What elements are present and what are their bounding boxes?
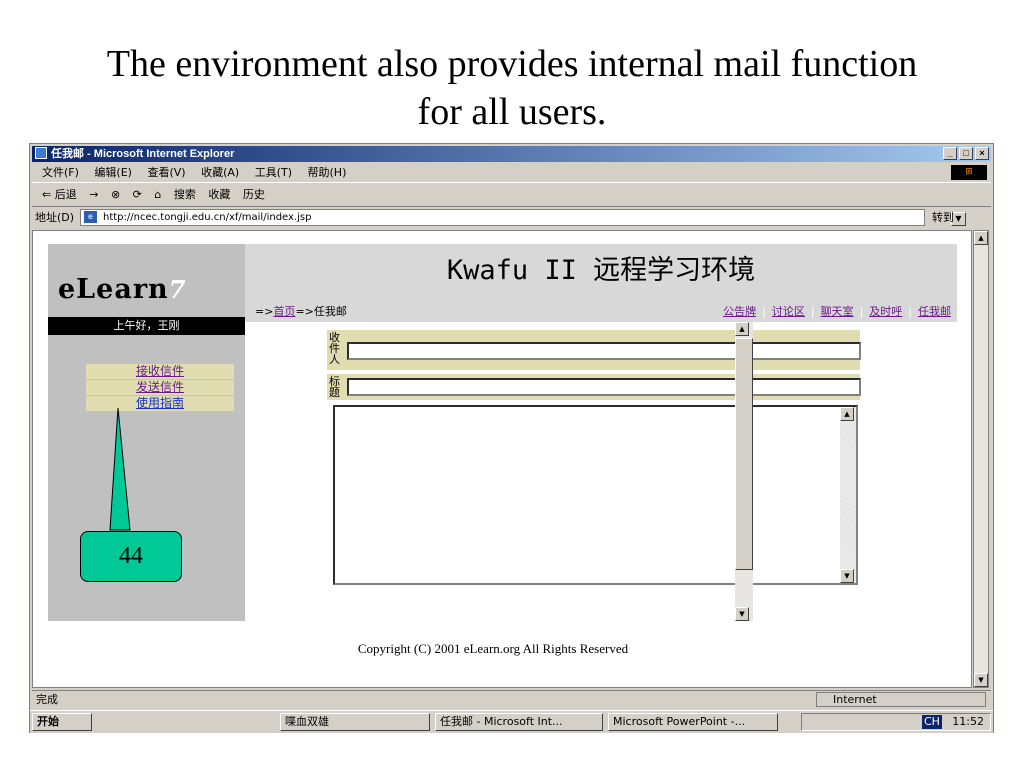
menu-edit[interactable]: 编辑(E): [94, 166, 132, 179]
language-indicator[interactable]: CH: [922, 715, 942, 729]
taskbar-item-1[interactable]: 喋血双雄: [280, 713, 430, 731]
frame-scroll-down-icon[interactable]: ▼: [735, 607, 749, 621]
windows-logo-icon: ⊞: [951, 165, 987, 180]
maximize-button[interactable]: □: [959, 147, 973, 160]
slide-title-line2: for all users.: [417, 91, 607, 133]
history-button[interactable]: 历史: [243, 188, 265, 201]
menu-file[interactable]: 文件(F): [42, 166, 79, 179]
frame-scrollbar[interactable]: ▲ ▼: [735, 322, 753, 621]
ie-icon: [35, 147, 47, 159]
link-bulletin[interactable]: 公告牌: [723, 305, 756, 318]
taskbar: 开始 喋血双雄 任我邮 - Microsoft Int... Microsoft…: [30, 710, 993, 733]
breadcrumb-current: =>任我邮: [295, 305, 347, 318]
status-bar: 完成 Internet: [32, 690, 991, 709]
taskbar-item-powerpoint[interactable]: Microsoft PowerPoint -...: [608, 713, 778, 731]
nav-receive-mail[interactable]: 接收信件: [86, 364, 234, 380]
menu-help[interactable]: 帮助(H): [308, 166, 347, 179]
logo-swoosh-icon: 7: [168, 275, 187, 304]
window-scroll-down-icon[interactable]: ▼: [974, 673, 988, 687]
menu-bar: 文件(F) 编辑(E) 查看(V) 收藏(A) 工具(T) 帮助(H) ⊞: [32, 164, 991, 183]
recipient-row: 收件人: [327, 330, 861, 370]
page-viewport: eLearn7 上午好，王刚 接收信件 发送信件 使用指南 Kwafu II 远…: [32, 230, 972, 688]
frame-scroll-up-icon[interactable]: ▲: [735, 322, 749, 336]
security-zone: Internet: [816, 692, 986, 707]
browser-window: 任我邮 - Microsoft Internet Explorer _ □ × …: [29, 143, 994, 733]
nav-send-mail[interactable]: 发送信件: [86, 380, 234, 396]
mail-nav: 接收信件 发送信件 使用指南: [86, 364, 234, 412]
address-label: 地址(D): [35, 211, 75, 224]
address-url: http://ncec.tongji.edu.cn/xf/mail/index.…: [103, 212, 312, 223]
message-body-textarea[interactable]: ▲ ▼: [333, 405, 858, 585]
subject-input[interactable]: [347, 378, 861, 396]
back-button[interactable]: ⇐ 后退: [42, 188, 77, 201]
refresh-button[interactable]: ⟳: [133, 188, 142, 201]
taskbar-item-ie[interactable]: 任我邮 - Microsoft Int...: [435, 713, 603, 731]
message-scroll-down-icon[interactable]: ▼: [840, 569, 854, 583]
clock: 11:52: [952, 715, 984, 728]
breadcrumb: =>首页=>任我邮: [255, 302, 347, 322]
home-button[interactable]: ⌂: [154, 188, 161, 201]
window-title: 任我邮 - Microsoft Internet Explorer: [51, 148, 235, 160]
link-chatroom[interactable]: 聊天室: [821, 305, 854, 318]
start-button[interactable]: 开始: [32, 713, 92, 731]
subject-label: 标题: [329, 375, 340, 399]
link-forum[interactable]: 讨论区: [772, 305, 805, 318]
link-mail[interactable]: 任我邮: [918, 305, 951, 318]
message-scrollbar[interactable]: ▲ ▼: [840, 407, 856, 583]
logo-text: eLearn: [58, 274, 169, 305]
elearn-logo: eLearn7: [58, 274, 186, 305]
callout-box: 44: [80, 531, 182, 582]
menu-favorites[interactable]: 收藏(A): [201, 166, 239, 179]
menu-view[interactable]: 查看(V): [147, 166, 185, 179]
page-icon: e: [84, 211, 97, 223]
top-links: 公告牌 | 讨论区 | 聊天室 | 及时呼 | 任我邮: [723, 305, 951, 318]
frame-scroll-thumb[interactable]: [735, 338, 753, 570]
breadcrumb-bar: =>首页=>任我邮 公告牌 | 讨论区 | 聊天室 | 及时呼 | 任我邮: [245, 302, 957, 322]
toolbar: ⇐ 后退 → ⊗ ⟳ ⌂ 搜索 收藏 历史: [32, 184, 991, 207]
breadcrumb-prefix: =>: [255, 305, 274, 318]
title-bar[interactable]: 任我邮 - Microsoft Internet Explorer _ □ ×: [32, 146, 991, 162]
favorites-button[interactable]: 收藏: [208, 188, 230, 201]
message-scroll-up-icon[interactable]: ▲: [840, 407, 854, 421]
recipient-input[interactable]: [347, 342, 861, 360]
window-scrollbar[interactable]: ▲ ▼: [973, 230, 989, 688]
subject-row: 标题: [327, 374, 861, 400]
recipient-label: 收件人: [329, 331, 340, 366]
search-button[interactable]: 搜索: [174, 188, 196, 201]
nav-user-guide[interactable]: 使用指南: [86, 396, 234, 412]
slide-title: The environment also provides internal m…: [0, 40, 1024, 136]
site-header: Kwafu II 远程学习环境: [245, 244, 957, 302]
address-bar: 地址(D) e http://ncec.tongji.edu.cn/xf/mai…: [32, 208, 991, 228]
breadcrumb-home-link[interactable]: 首页: [273, 305, 295, 318]
address-input[interactable]: e http://ncec.tongji.edu.cn/xf/mail/inde…: [80, 209, 966, 226]
go-button[interactable]: 转到: [932, 208, 954, 228]
menu-tools[interactable]: 工具(T): [255, 166, 292, 179]
close-button[interactable]: ×: [975, 147, 989, 160]
minimize-button[interactable]: _: [943, 147, 957, 160]
status-text: 完成: [36, 693, 58, 706]
forward-button[interactable]: →: [89, 188, 98, 201]
window-scroll-up-icon[interactable]: ▲: [974, 231, 988, 245]
slide-title-line1: The environment also provides internal m…: [106, 43, 918, 85]
greeting: 上午好，王刚: [48, 317, 245, 335]
system-tray: CH 11:52: [801, 713, 991, 731]
link-instant-call[interactable]: 及时呼: [869, 305, 902, 318]
stop-button[interactable]: ⊗: [111, 188, 120, 201]
copyright: Copyright (C) 2001 eLearn.org All Rights…: [357, 641, 629, 656]
site-title: Kwafu II 远程学习环境: [446, 255, 756, 286]
compose-area: 收件人 标题 ▲ ▼: [245, 322, 957, 621]
